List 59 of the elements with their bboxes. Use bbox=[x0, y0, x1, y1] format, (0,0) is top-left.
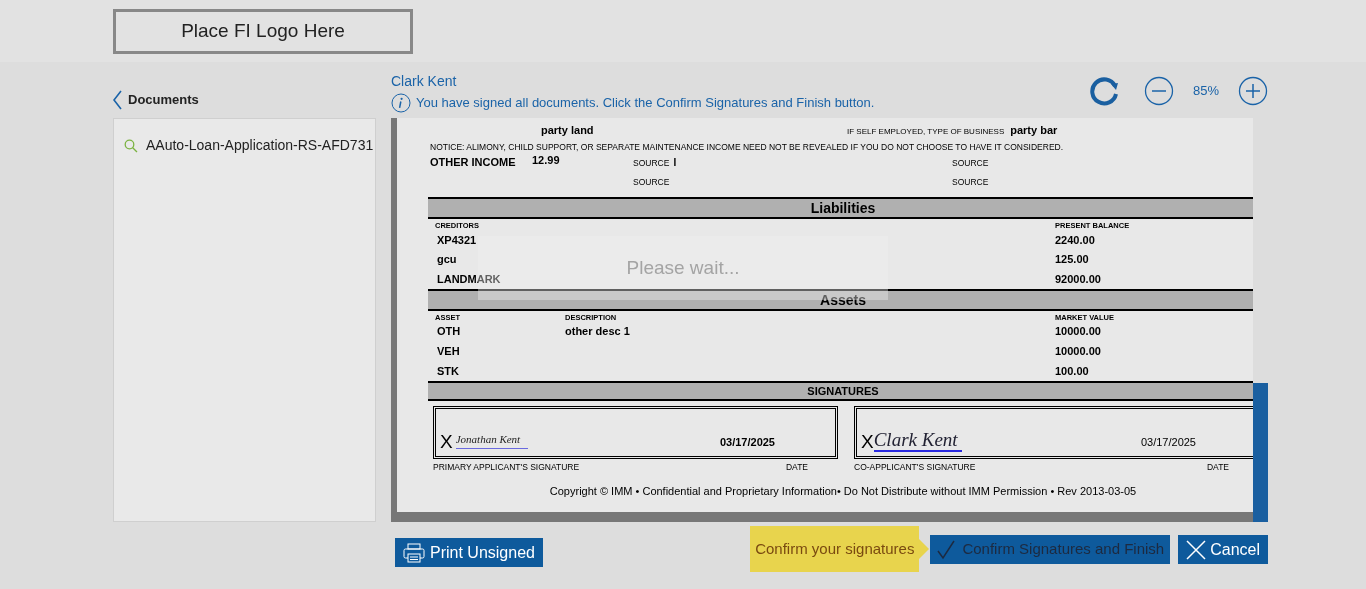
table-cell: VEH bbox=[437, 345, 460, 358]
print-unsigned-button[interactable]: Print Unsigned bbox=[395, 538, 543, 567]
business-value: party bar bbox=[1010, 122, 1058, 138]
table-cell: 10000.00 bbox=[1055, 345, 1101, 358]
signer-name: Clark Kent bbox=[391, 72, 458, 90]
table-cell: 10000.00 bbox=[1055, 325, 1101, 338]
table-cell: gcu bbox=[437, 253, 457, 265]
section-header: SIGNATURES bbox=[428, 380, 1253, 401]
table-cell: 125.00 bbox=[1055, 253, 1089, 265]
date-label: DATE bbox=[1206, 460, 1229, 474]
checkmark-icon bbox=[936, 539, 957, 560]
signature-label: PRIMARY APPLICANT'S SIGNATURE bbox=[433, 460, 580, 474]
other-income-label: OTHER INCOME bbox=[429, 154, 517, 170]
zoom-out-button[interactable] bbox=[1144, 76, 1174, 106]
zoom-in-button[interactable] bbox=[1238, 76, 1268, 106]
signature-date: 03/17/2025 bbox=[719, 435, 775, 450]
table-cell: 2240.00 bbox=[1055, 233, 1095, 246]
tooltip-pointer-icon bbox=[919, 539, 930, 559]
info-icon bbox=[391, 93, 411, 113]
table-cell: 100.00 bbox=[1055, 365, 1089, 378]
table-cell: other desc 1 bbox=[565, 325, 630, 338]
scrollbar-thumb[interactable] bbox=[1253, 383, 1268, 522]
info-message: You have signed all documents. Click the Confirm Signatures and Finish button. bbox=[416, 94, 875, 113]
signature-x: X bbox=[861, 431, 874, 452]
document-list-item[interactable]: AAuto-Loan-Application-RS-AFD731 bbox=[124, 135, 375, 156]
cancel-button[interactable]: Cancel bbox=[1178, 535, 1268, 564]
business-label: IF SELF EMPLOYED, TYPE OF BUSINESS bbox=[847, 126, 1005, 138]
table-cell: STK bbox=[437, 365, 459, 378]
table-cell: XP4321 bbox=[437, 233, 477, 246]
date-label: DATE bbox=[785, 460, 808, 474]
minus-icon bbox=[1144, 76, 1174, 106]
employer-value: party land bbox=[541, 122, 595, 138]
other-income-value: 12.99 bbox=[532, 152, 561, 168]
signature-date: 03/17/2025 bbox=[1140, 435, 1196, 450]
source-label: SOURCE bbox=[633, 157, 670, 170]
source-label: SOURCE bbox=[633, 176, 670, 189]
rotate-icon[interactable] bbox=[1088, 75, 1120, 107]
section-header: Assets bbox=[428, 288, 1253, 311]
back-chevron-icon bbox=[113, 90, 122, 110]
printer-icon bbox=[403, 542, 425, 563]
source-label: SOURCE bbox=[952, 176, 989, 189]
logo-placeholder-text: Place FI Logo Here bbox=[181, 18, 345, 43]
table-cell: OTH bbox=[437, 325, 461, 338]
table-cell: LANDMARK bbox=[437, 272, 501, 285]
signature-label: CO-APPLICANT'S SIGNATURE bbox=[854, 460, 976, 474]
signature-x: X bbox=[440, 431, 453, 452]
search-icon bbox=[124, 138, 138, 153]
source-value: I bbox=[673, 156, 677, 170]
notice-text: NOTICE: ALIMONY, CHILD SUPPORT, OR SEPARATE MAINTENANCE INCOME NEED NOT BE REVEALED IF YOU DO NOT CHOOSE TO HAVE IT CONSIDERED. bbox=[429, 141, 1065, 153]
copyright-text: Copyright © IMM • Confidential and Proprietary Information• Do Not Distribute without IMM Permission • Rev 2013-03-05 bbox=[548, 484, 1138, 500]
handwritten-signature: Clark Kent bbox=[873, 429, 962, 452]
handwritten-signature: Jonathan Kent bbox=[455, 431, 529, 449]
close-icon bbox=[1186, 539, 1207, 560]
plus-icon bbox=[1238, 76, 1268, 106]
documents-back-button[interactable]: Documents bbox=[113, 90, 199, 110]
zoom-level: 85% bbox=[1192, 82, 1220, 101]
section-header: Liabilities bbox=[428, 197, 1253, 219]
table-cell: 92000.00 bbox=[1055, 272, 1101, 285]
source-label: SOURCE bbox=[952, 157, 989, 170]
